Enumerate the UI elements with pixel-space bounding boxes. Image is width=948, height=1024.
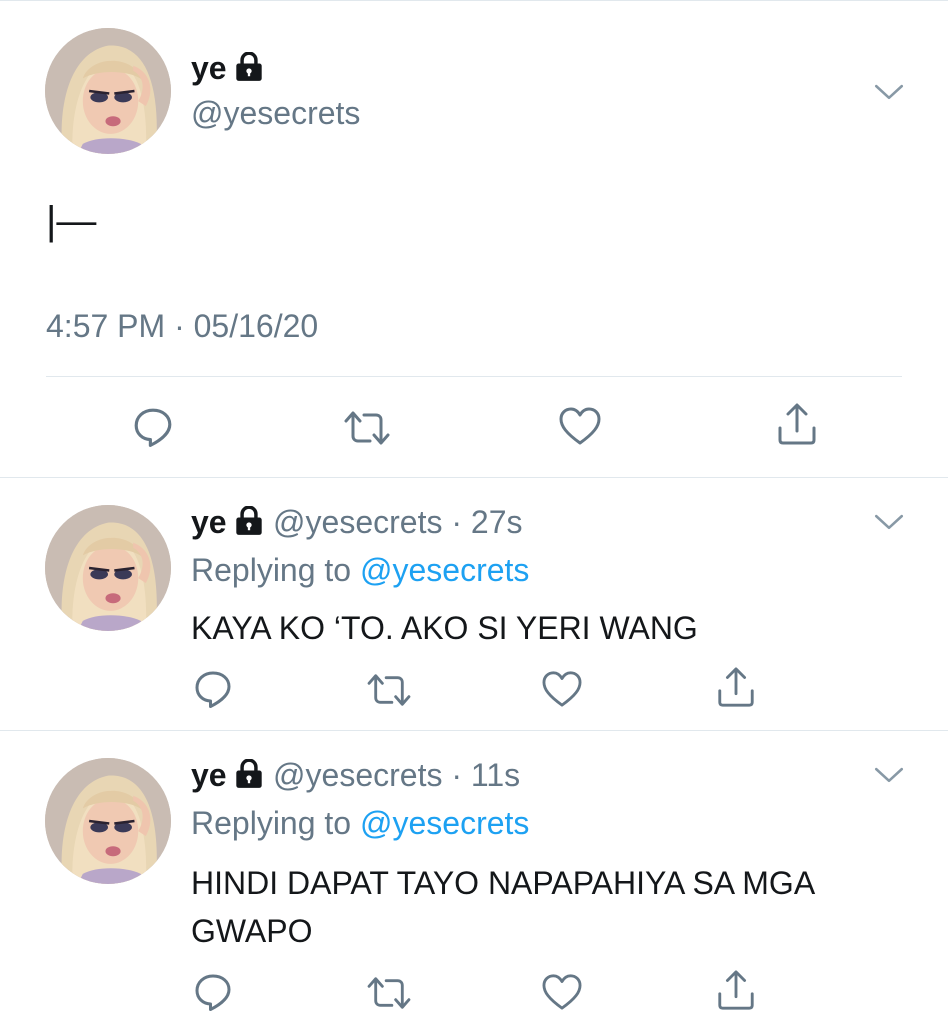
replying-to: Replying to @yesecrets [191, 805, 529, 842]
tweet-text-line-1: HINDI DAPAT TAYO NAPAPAHIYA SA MGA [191, 865, 816, 901]
display-name: ye [191, 504, 227, 540]
handle-time: @yesecrets · 27s [273, 504, 523, 540]
heart-icon[interactable] [541, 670, 583, 708]
avatar[interactable] [45, 28, 171, 154]
lock-icon [235, 52, 263, 87]
chevron-down-icon[interactable] [874, 514, 904, 536]
top-divider [0, 0, 948, 1]
author-handle[interactable]: @yesecrets [191, 95, 360, 132]
replying-to: Replying to @yesecrets [191, 552, 529, 589]
avatar[interactable] [45, 505, 171, 631]
mention-link[interactable]: @yesecrets [360, 552, 529, 588]
avatar[interactable] [45, 758, 171, 884]
heart-icon[interactable] [558, 406, 602, 446]
share-icon[interactable] [715, 969, 757, 1011]
chevron-down-icon[interactable] [874, 767, 904, 789]
handle-time: @yesecrets · 11s [273, 757, 521, 793]
reply-icon[interactable] [193, 972, 233, 1012]
chevron-down-icon[interactable] [874, 84, 904, 106]
retweet-icon[interactable] [366, 671, 412, 709]
replying-to-label: Replying to [191, 805, 360, 841]
retweet-icon[interactable] [342, 408, 392, 448]
share-icon[interactable] [715, 666, 757, 708]
divider [46, 376, 902, 377]
retweet-icon[interactable] [366, 974, 412, 1012]
tweet-text: |— [46, 199, 97, 243]
reply-icon[interactable] [132, 406, 174, 448]
display-name: ye [191, 757, 227, 793]
tweet-text-line-2: GWAPO [191, 913, 313, 949]
lock-icon [235, 759, 263, 794]
tweet-text: KAYA KO ‘TO. AKO SI YERI WANG [191, 610, 698, 646]
replying-to-label: Replying to [191, 552, 360, 588]
lock-icon [235, 506, 263, 541]
reply-header[interactable]: ye @yesecrets · 11s [191, 757, 520, 794]
reply-icon[interactable] [193, 669, 233, 709]
share-icon[interactable] [775, 402, 819, 446]
divider [0, 477, 948, 478]
author-name-row[interactable]: ye [191, 50, 263, 87]
mention-link[interactable]: @yesecrets [360, 805, 529, 841]
display-name: ye [191, 50, 227, 86]
reply-header[interactable]: ye @yesecrets · 27s [191, 504, 523, 541]
tweet-timestamp: 4:57 PM · 05/16/20 [46, 308, 319, 344]
heart-icon[interactable] [541, 973, 583, 1011]
divider [0, 730, 948, 731]
